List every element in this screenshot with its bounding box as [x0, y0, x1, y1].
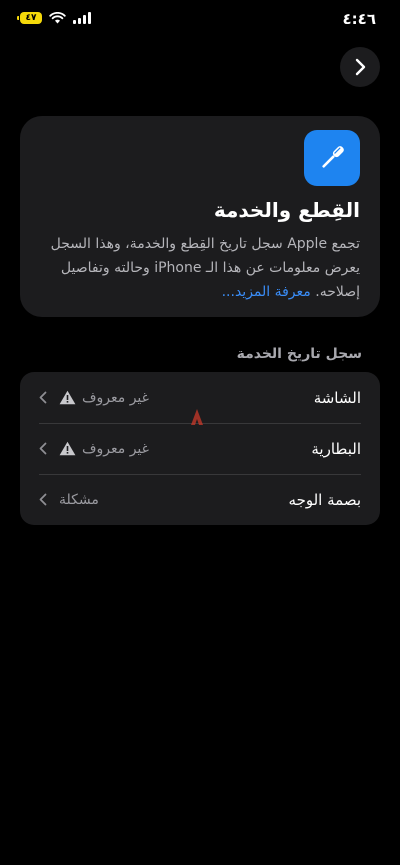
status-indicators: ٤٧ — [17, 12, 91, 24]
screwdriver-icon — [304, 130, 360, 186]
watermark-logo — [190, 408, 204, 431]
cellular-signal-icon — [73, 12, 91, 24]
status-text: غير معروف — [82, 389, 149, 406]
card-title: القِطع والخدمة — [213, 198, 360, 222]
chevron-left-icon — [39, 391, 47, 404]
status-time: ٤:٤٦ — [342, 10, 376, 28]
row-value: مشكلة — [39, 492, 99, 508]
chevron-right-icon — [355, 58, 366, 76]
chevron-left-icon — [39, 442, 47, 455]
status-text: غير معروف — [82, 440, 149, 457]
status-bar: ٤٧ ٤:٤٦ — [0, 0, 400, 44]
battery-level: ٤٧ — [25, 13, 37, 23]
card-description: تجمع Apple سجل تاريخ القِطع والخدمة، وهذ… — [40, 232, 360, 304]
warning-icon — [59, 441, 76, 456]
status-text: مشكلة — [59, 491, 99, 508]
row-label: بصمة الوجه — [288, 490, 361, 509]
section-header: سجل تاريخ الخدمة — [236, 346, 362, 362]
row-value: غير معروف — [39, 441, 149, 457]
learn-more-link[interactable]: معرفة المزيد... — [222, 284, 311, 300]
back-button[interactable] — [340, 47, 380, 87]
wifi-icon — [49, 12, 66, 24]
service-history-list: الشاشة غير معروف البطارية غير معروف بصمة… — [20, 372, 380, 525]
row-label: الشاشة — [313, 388, 361, 407]
description-text: تجمع Apple سجل تاريخ القِطع والخدمة، وهذ… — [50, 236, 360, 300]
row-label: البطارية — [311, 439, 361, 458]
battery-icon: ٤٧ — [17, 12, 42, 24]
list-item-face-id[interactable]: بصمة الوجه مشكلة — [20, 474, 380, 525]
row-value: غير معروف — [39, 390, 149, 406]
chevron-left-icon — [39, 493, 47, 506]
warning-icon — [59, 390, 76, 405]
parts-service-card: القِطع والخدمة تجمع Apple سجل تاريخ القِ… — [20, 116, 380, 317]
